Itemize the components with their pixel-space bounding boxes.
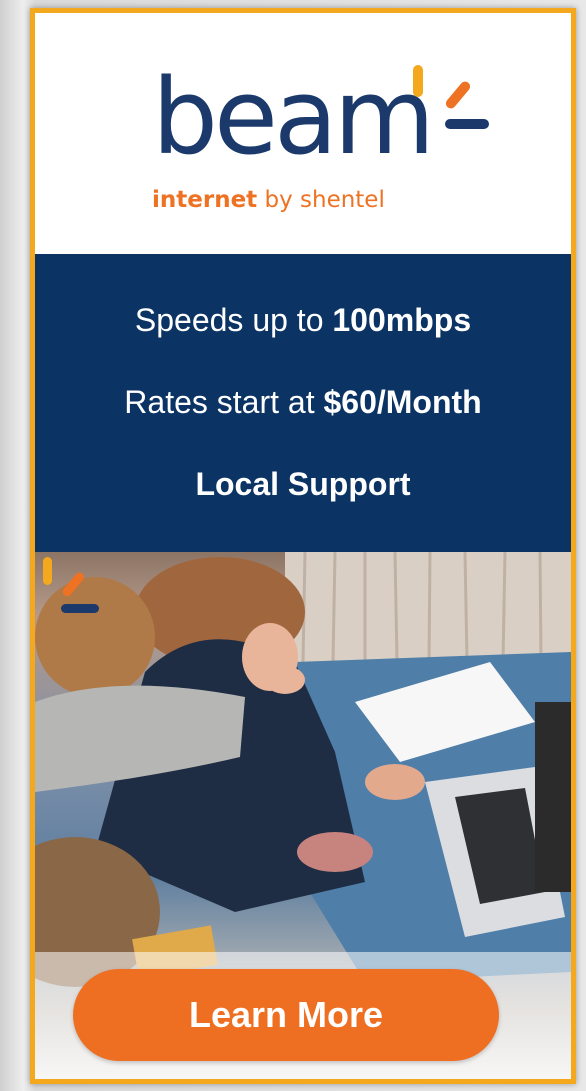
learn-more-button[interactable]: Learn More: [73, 969, 499, 1061]
family-with-laptop-photo: Learn More: [35, 552, 571, 1079]
brand-logo-wordmark: beam: [152, 56, 435, 178]
hand-on-laptop: [365, 764, 425, 800]
brand-tagline: internet by shentel: [152, 187, 385, 213]
page: beam internet by shentel Speeds up to 10…: [0, 0, 586, 1091]
tagline-rest: by shentel: [257, 187, 385, 213]
laptop-screen: [535, 702, 571, 892]
child-hand: [265, 666, 305, 694]
tagline-bold: internet: [152, 187, 258, 213]
feature-rate: Rates start at $60/Month: [35, 384, 571, 421]
pink-sock: [297, 832, 373, 872]
feature-rate-value: $60/Month: [323, 384, 482, 420]
feature-band: Speeds up to 100mbps Rates start at $60/…: [35, 254, 571, 552]
cta-burst-icon: [43, 557, 99, 613]
logo-area: beam internet by shentel: [35, 13, 571, 254]
feature-speed-prefix: Speeds up to: [134, 302, 333, 338]
feature-speed: Speeds up to 100mbps: [35, 302, 571, 339]
logo-burst-icon: [413, 65, 489, 129]
feature-support: Local Support: [195, 466, 411, 502]
feature-speed-value: 100mbps: [332, 302, 472, 338]
ad-banner[interactable]: beam internet by shentel Speeds up to 10…: [30, 8, 576, 1084]
feature-rate-prefix: Rates start at: [124, 384, 324, 420]
